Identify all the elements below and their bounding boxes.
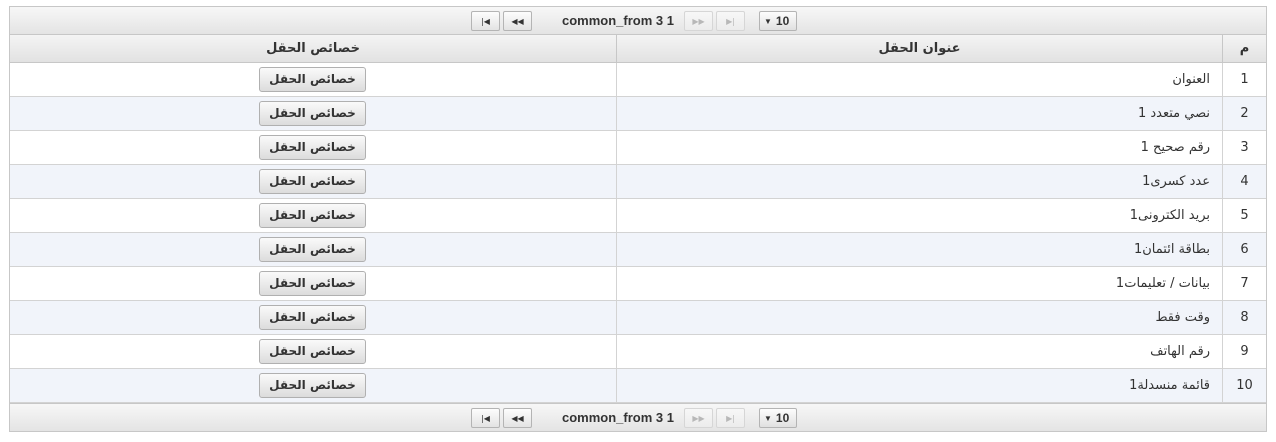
field-properties-button[interactable]: خصائص الحقل [259,271,366,296]
table-row: خصائص الحقل قائمة منسدلة1 10 [10,369,1266,403]
next-page-icon: ▶▶ [692,413,705,423]
prev-page-icon: ◀◀ [511,16,524,26]
field-title: نصي متعدد 1 [1137,106,1210,121]
prev-page-icon: ◀◀ [511,413,524,423]
column-header-title[interactable]: عنوان الحقل [616,35,1222,62]
field-properties-button[interactable]: خصائص الحقل [259,305,366,330]
field-title: رقم الهاتف [1150,344,1210,359]
column-header-props[interactable]: خصائص الحقل [10,35,616,62]
prev-page-button[interactable]: ◀◀ [503,11,532,31]
row-number: 9 [1240,344,1249,359]
first-page-icon: |◀ [481,16,490,26]
field-title: بيانات / تعليمات1 [1115,276,1210,291]
last-page-icon: ▶| [726,413,735,423]
table-row: خصائص الحقل نصي متعدد 1 2 [10,97,1266,131]
table-row: خصائص الحقل رقم الهاتف 9 [10,335,1266,369]
next-page-button[interactable]: ▶▶ [684,408,713,428]
row-number: 8 [1240,310,1249,325]
row-number: 10 [1236,378,1253,393]
row-number: 5 [1240,208,1249,223]
row-number: 1 [1240,72,1249,87]
top-pager: |◀ ◀◀ common_from 3 1 ▶▶ ▶| ▼ 10 [10,7,1266,35]
chevron-down-icon: ▼ [764,413,772,423]
field-title: بطاقة ائتمان1 [1133,242,1210,257]
first-page-button[interactable]: |◀ [471,11,500,31]
field-properties-button[interactable]: خصائص الحقل [259,169,366,194]
field-title: العنوان [1172,72,1210,87]
pager-status: common_from 3 1 [562,13,674,28]
field-properties-button[interactable]: خصائص الحقل [259,203,366,228]
table-header: خصائص الحقل عنوان الحقل م [10,35,1266,63]
table-row: خصائص الحقل العنوان 1 [10,63,1266,97]
field-title: بريد الكترونى1 [1129,208,1210,223]
field-properties-button[interactable]: خصائص الحقل [259,135,366,160]
last-page-button[interactable]: ▶| [716,408,745,428]
column-header-num[interactable]: م [1222,35,1266,62]
last-page-button[interactable]: ▶| [716,11,745,31]
field-properties-button[interactable]: خصائص الحقل [259,67,366,92]
row-number: 2 [1240,106,1249,121]
bottom-pager: |◀ ◀◀ common_from 3 1 ▶▶ ▶| ▼ 10 [10,403,1266,431]
row-number: 7 [1240,276,1249,291]
row-number: 6 [1240,242,1249,257]
pager-status: common_from 3 1 [562,410,674,425]
page-size-value: 10 [775,14,790,28]
page-size-value: 10 [775,411,790,425]
fields-grid: |◀ ◀◀ common_from 3 1 ▶▶ ▶| ▼ 10 خصائص ا… [9,6,1267,432]
field-properties-button[interactable]: خصائص الحقل [259,373,366,398]
next-page-button[interactable]: ▶▶ [684,11,713,31]
table-row: خصائص الحقل بيانات / تعليمات1 7 [10,267,1266,301]
field-title: رقم صحيح 1 [1140,140,1210,155]
first-page-icon: |◀ [481,413,490,423]
field-properties-button[interactable]: خصائص الحقل [259,339,366,364]
table-row: خصائص الحقل وقت فقط 8 [10,301,1266,335]
field-properties-button[interactable]: خصائص الحقل [259,237,366,262]
last-page-icon: ▶| [726,16,735,26]
field-properties-button[interactable]: خصائص الحقل [259,101,366,126]
prev-page-button[interactable]: ◀◀ [503,408,532,428]
row-number: 3 [1240,140,1249,155]
field-title: وقت فقط [1155,310,1210,325]
first-page-button[interactable]: |◀ [471,408,500,428]
page-size-select[interactable]: ▼ 10 [759,408,797,428]
row-number: 4 [1240,174,1249,189]
next-page-icon: ▶▶ [692,16,705,26]
field-title: قائمة منسدلة1 [1129,378,1210,393]
chevron-down-icon: ▼ [764,16,772,26]
page-size-select[interactable]: ▼ 10 [759,11,797,31]
field-title: عدد كسرى1 [1142,174,1210,189]
table-row: خصائص الحقل عدد كسرى1 4 [10,165,1266,199]
table-row: خصائص الحقل بريد الكترونى1 5 [10,199,1266,233]
table-row: خصائص الحقل بطاقة ائتمان1 6 [10,233,1266,267]
table-row: خصائص الحقل رقم صحيح 1 3 [10,131,1266,165]
